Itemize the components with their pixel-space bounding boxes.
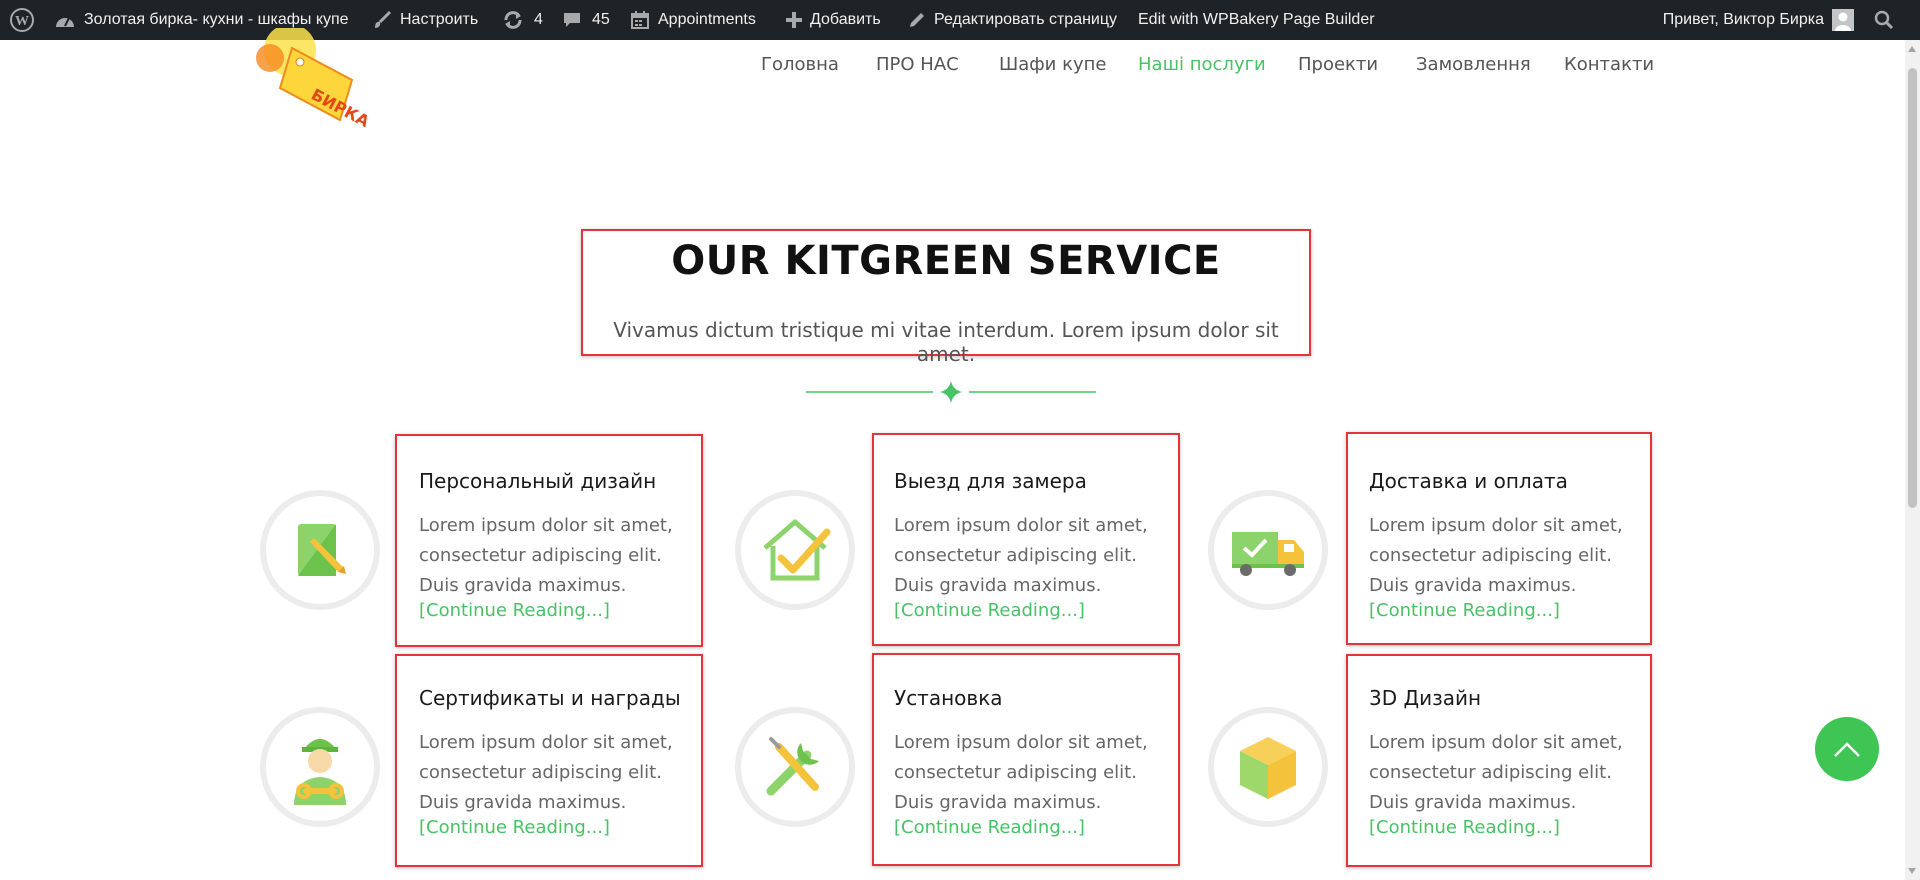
comments-menu[interactable]: 45 — [562, 0, 610, 40]
site-name-label: Золотая бирка- кухни - шкафы купе — [84, 11, 349, 28]
updates-menu[interactable]: 4 — [502, 0, 543, 40]
nav-item-projects[interactable]: Проекти — [1298, 54, 1378, 75]
service-title: Установка — [894, 686, 1003, 710]
appointments-label: Appointments — [658, 11, 756, 28]
service-title: Персональный дизайн — [419, 469, 657, 493]
service-title: 3D Дизайн — [1369, 686, 1482, 710]
nav-item-home[interactable]: Головна — [761, 54, 839, 75]
service-title: Сертификаты и награды — [419, 686, 681, 710]
wordpress-logo-icon[interactable]: W — [10, 0, 34, 40]
edit-page-menu[interactable]: Редактировать страницу — [908, 0, 1117, 40]
updates-count: 4 — [534, 11, 543, 28]
plus-icon — [786, 12, 802, 28]
nav-item-contacts[interactable]: Контакти — [1564, 54, 1654, 75]
nav-item-services[interactable]: Наші послуги — [1138, 54, 1266, 75]
service-description: Lorem ipsum dolor sit amet, consectetur … — [419, 515, 673, 596]
appointments-menu[interactable]: Appointments — [630, 0, 756, 40]
continue-reading-link[interactable]: [Continue Reading...] — [419, 600, 610, 621]
add-new-label: Добавить — [810, 11, 881, 28]
avatar — [1832, 9, 1854, 31]
refresh-icon — [502, 10, 524, 30]
continue-reading-link[interactable]: [Continue Reading...] — [894, 600, 1085, 621]
nav-item-orders[interactable]: Замовлення — [1416, 54, 1531, 75]
section-divider — [806, 380, 1096, 404]
scroll-up-arrow[interactable] — [1908, 46, 1916, 52]
page-scrollbar[interactable] — [1905, 40, 1920, 880]
service-description: Lorem ipsum dolor sit amet, consectetur … — [1369, 515, 1623, 596]
service-title: Доставка и оплата — [1369, 469, 1568, 493]
scrollbar-thumb[interactable] — [1908, 68, 1917, 508]
section-title: OUR KITGREEN SERVICE — [671, 238, 1221, 284]
sparkle-icon — [940, 381, 962, 403]
service-description: Lorem ipsum dolor sit amet, consectetur … — [419, 732, 673, 813]
chevron-up-icon — [1834, 742, 1860, 757]
edit-page-label: Редактировать страницу — [934, 11, 1118, 28]
continue-reading-link[interactable]: [Continue Reading...] — [1369, 600, 1560, 621]
service-description: Lorem ipsum dolor sit amet, consectetur … — [1369, 732, 1623, 813]
cube-3d-icon — [1208, 707, 1328, 827]
greeting-label: Привет, Виктор Бирка — [1662, 11, 1824, 28]
service-description: Lorem ipsum dolor sit amet, consectetur … — [894, 732, 1148, 813]
design-tablet-icon — [260, 490, 380, 610]
customize-menu[interactable]: Настроить — [372, 0, 478, 40]
nav-item-wardrobes[interactable]: Шафи купе — [999, 54, 1106, 75]
paintbrush-icon — [372, 10, 392, 30]
pencil-icon — [908, 11, 926, 29]
delivery-truck-icon — [1208, 490, 1328, 610]
main-navigation: Головна ПРО НАС Шафи купе Наші послуги П… — [0, 40, 1920, 90]
comment-bubble-icon — [562, 10, 582, 30]
back-to-top-button[interactable] — [1815, 717, 1879, 781]
search-icon[interactable] — [1874, 0, 1894, 40]
continue-reading-link[interactable]: [Continue Reading...] — [419, 817, 610, 838]
wpbakery-label: Edit with WPBakery Page Builder — [1138, 11, 1375, 28]
worker-icon — [260, 707, 380, 827]
dashboard-gauge-icon — [54, 11, 76, 29]
house-check-icon — [735, 490, 855, 610]
comments-count: 45 — [592, 11, 610, 28]
continue-reading-link[interactable]: [Continue Reading...] — [1369, 817, 1560, 838]
user-account-menu[interactable]: Привет, Виктор Бирка — [1663, 0, 1854, 40]
service-description: Lorem ipsum dolor sit amet, consectetur … — [894, 515, 1148, 596]
customize-label: Настроить — [400, 11, 479, 28]
scroll-down-arrow[interactable] — [1908, 868, 1916, 874]
tools-icon — [735, 707, 855, 827]
service-title: Выезд для замера — [894, 469, 1087, 493]
section-subtitle: Vivamus dictum tristique mi vitae interd… — [613, 318, 1279, 366]
svg-text:W: W — [15, 14, 29, 29]
add-new-menu[interactable]: Добавить — [786, 0, 881, 40]
nav-item-about[interactable]: ПРО НАС — [876, 54, 959, 75]
calendar-icon — [630, 10, 650, 30]
continue-reading-link[interactable]: [Continue Reading...] — [894, 817, 1085, 838]
wpbakery-edit-link[interactable]: Edit with WPBakery Page Builder — [1138, 0, 1375, 40]
